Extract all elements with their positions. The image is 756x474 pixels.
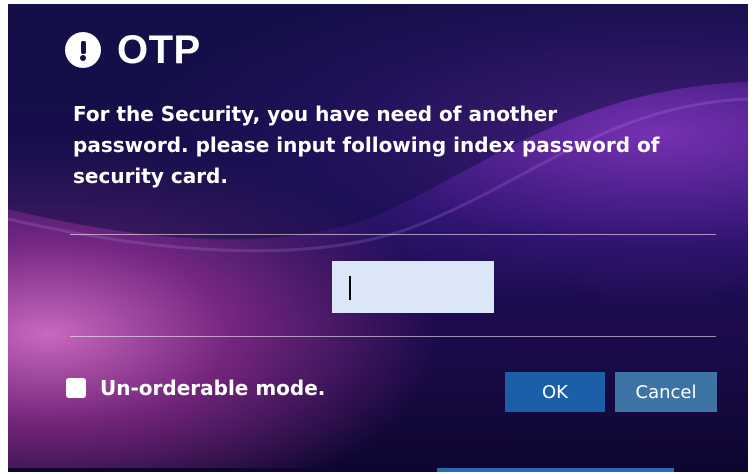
unorderable-mode-option[interactable]: Un-orderable mode. [66, 376, 325, 400]
dialog-title: OTP [117, 27, 201, 72]
unorderable-mode-label: Un-orderable mode. [100, 376, 326, 400]
divider-bottom [70, 336, 716, 337]
otp-dialog: OTP For the Security, you have need of a… [8, 4, 748, 472]
unorderable-mode-checkbox[interactable] [66, 378, 86, 398]
security-message: For the Security, you have need of anoth… [73, 102, 660, 188]
bottom-edge [8, 468, 748, 472]
divider-top [70, 234, 716, 235]
text-caret [349, 276, 351, 300]
dialog-header: OTP [65, 26, 201, 74]
cancel-button[interactable]: Cancel [615, 372, 717, 412]
ok-button[interactable]: OK [505, 372, 605, 412]
exclamation-circle-icon [65, 32, 101, 68]
otp-password-input[interactable] [332, 261, 494, 313]
